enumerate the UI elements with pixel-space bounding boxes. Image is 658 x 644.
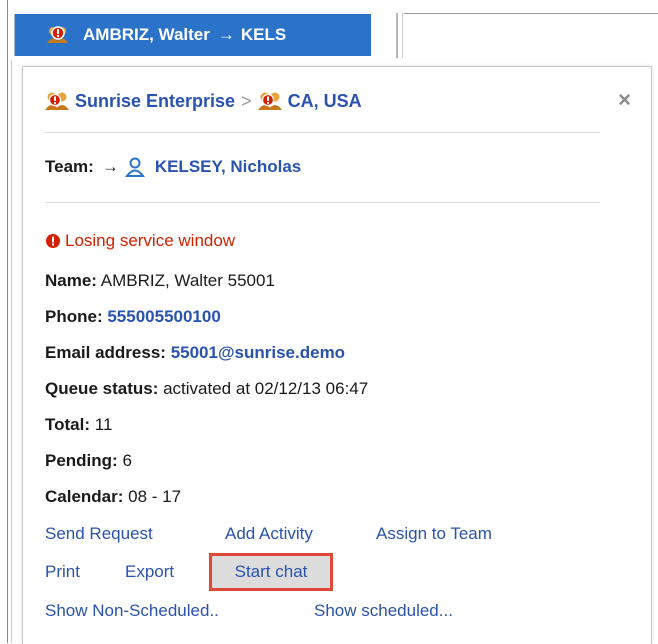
tab-divider: [396, 13, 398, 58]
print-link[interactable]: Print: [45, 562, 80, 582]
tab-ambriz-walter[interactable]: AMBRIZ, Walter → KELS: [14, 14, 371, 56]
pending-value: 6: [122, 451, 132, 470]
tab-target: KELS: [240, 25, 287, 44]
start-chat-button[interactable]: Start chat: [209, 553, 333, 591]
calendar-label: Calendar:: [45, 487, 124, 506]
export-link[interactable]: Export: [125, 562, 174, 582]
phone-row: Phone: 555005500100: [45, 307, 221, 327]
top-rule: [404, 13, 658, 14]
name-value: AMBRIZ, Walter 55001: [100, 271, 275, 290]
pending-label: Pending:: [45, 451, 118, 470]
queue-label: Queue status:: [45, 379, 159, 398]
breadcrumb: Sunrise Enterprise > CA, USA: [45, 87, 362, 115]
calendar-value: 08 - 17: [128, 487, 182, 506]
divider: [45, 132, 600, 133]
team-arrow: →: [101, 157, 119, 176]
tab-name: AMBRIZ, Walter: [83, 25, 210, 44]
breadcrumb-org-link[interactable]: Sunrise Enterprise: [75, 91, 235, 112]
pane-left-border: [11, 60, 12, 643]
divider: [45, 202, 600, 203]
phone-link[interactable]: 555005500100: [107, 307, 220, 326]
email-label: Email address:: [45, 343, 166, 362]
close-icon[interactable]: ×: [618, 87, 631, 113]
breadcrumb-separator: >: [241, 90, 252, 111]
email-link[interactable]: 55001@sunrise.demo: [171, 343, 345, 362]
contact-popup: Sunrise Enterprise > CA, USA × Team: → K…: [22, 66, 652, 644]
person-icon: [124, 157, 145, 177]
window-left-border: [7, 0, 8, 643]
pending-row: Pending: 6: [45, 451, 132, 471]
total-label: Total:: [45, 415, 91, 434]
calendar-row: Calendar: 08 - 17: [45, 487, 181, 507]
breadcrumb-location-link[interactable]: CA, USA: [288, 91, 362, 112]
name-label: Name:: [45, 271, 97, 290]
phone-label: Phone:: [45, 307, 103, 326]
start-chat-label: Start chat: [234, 562, 308, 581]
email-row: Email address: 55001@sunrise.demo: [45, 343, 345, 363]
group-alert-icon: [47, 25, 69, 45]
queue-row: Queue status: activated at 02/12/13 06:4…: [45, 379, 368, 399]
show-non-scheduled-link[interactable]: Show Non-Scheduled..: [45, 601, 219, 621]
team-row: Team: → KELSEY, Nicholas: [45, 157, 301, 177]
group-alert-icon: [257, 90, 282, 112]
tab-arrow: →: [217, 25, 235, 44]
group-alert-icon: [45, 90, 69, 112]
top-bar: AMBRIZ, Walter → KELS: [0, 0, 658, 60]
alert-text: Losing service window: [65, 231, 236, 250]
total-row: Total: 11: [45, 415, 112, 435]
team-label: Team:: [45, 157, 94, 176]
queue-value: activated at 02/12/13 06:47: [163, 379, 369, 398]
add-activity-link[interactable]: Add Activity: [225, 524, 313, 544]
alert-icon: [45, 233, 61, 249]
name-row: Name: AMBRIZ, Walter 55001: [45, 271, 275, 291]
tab-divider-secondary: [402, 13, 403, 58]
team-member-link[interactable]: KELSEY, Nicholas: [155, 157, 301, 177]
send-request-link[interactable]: Send Request: [45, 524, 153, 544]
total-value: 11: [94, 415, 113, 434]
alert-message: Losing service window: [45, 231, 235, 251]
assign-to-team-link[interactable]: Assign to Team: [376, 524, 492, 544]
show-scheduled-link[interactable]: Show scheduled...: [314, 601, 453, 621]
